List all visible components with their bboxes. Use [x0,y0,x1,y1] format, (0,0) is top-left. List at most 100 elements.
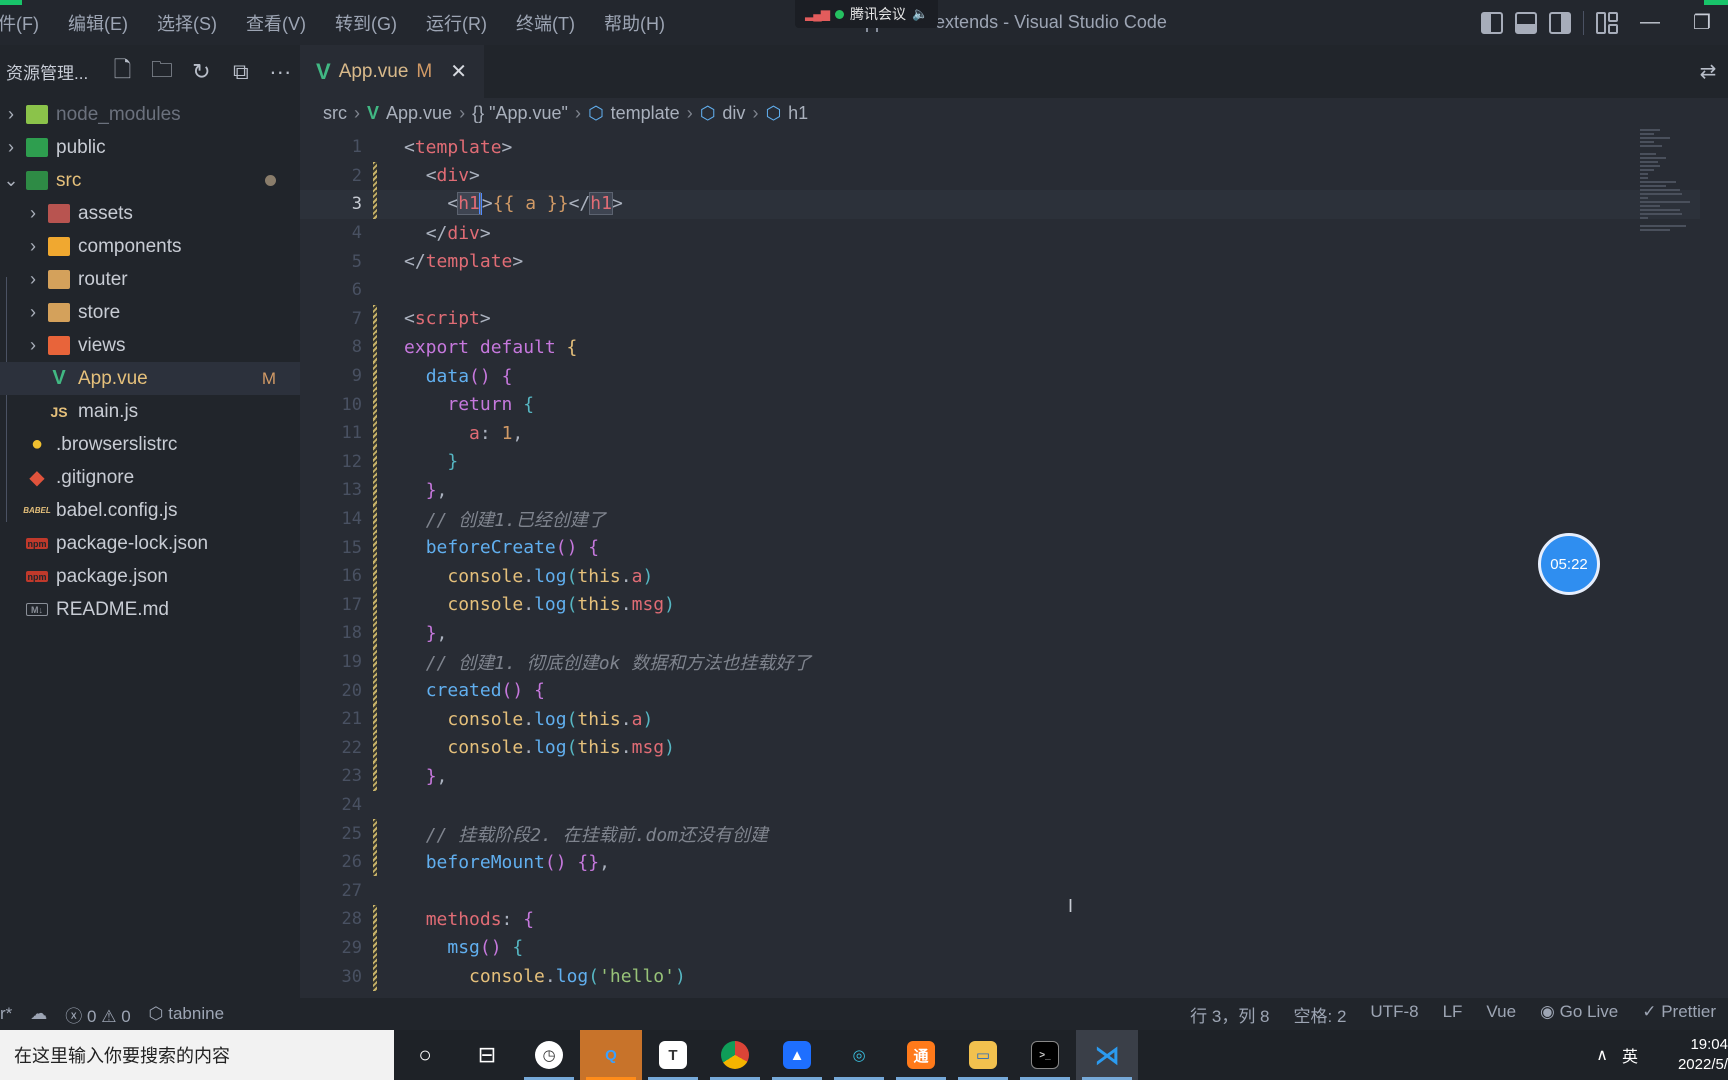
code-line[interactable]: 15 beforeCreate() { [300,533,1700,562]
vscode-icon[interactable]: ⋊ [1076,1030,1138,1080]
new-folder-icon[interactable]: 🗀 [142,53,181,91]
meeting-timer[interactable]: 05:22 [1538,533,1600,595]
code-line[interactable]: 1 <template> [300,133,1700,162]
tree-item[interactable]: M↓ README.md [0,593,300,626]
new-file-icon[interactable]: 🗋 [103,53,142,91]
git-modified-marker[interactable] [370,390,388,419]
menu-run[interactable]: 运行(R) [412,10,502,36]
task-view-icon[interactable]: ⊟ [456,1030,518,1080]
app-icon-lanhu[interactable]: ▲ [766,1030,828,1080]
more-actions-icon[interactable]: ··· [261,59,300,85]
tree-item[interactable]: ◆ .gitignore [0,461,300,494]
restore-button[interactable]: ❐ [1682,10,1722,35]
git-modified-marker[interactable] [370,676,388,705]
close-icon[interactable]: ✕ [450,59,467,84]
tree-item[interactable]: › router [0,263,300,296]
tree-item[interactable]: › components [0,230,300,263]
git-modified-marker[interactable] [370,704,388,734]
clock[interactable]: 19:04 2022/5/ [1652,1035,1728,1075]
tree-item[interactable]: V App.vue M [0,362,300,395]
tree-item[interactable]: npm package.json [0,560,300,593]
menu-edit[interactable]: 编辑(E) [54,10,143,36]
code-line[interactable]: 16 console.log(this.a) [300,561,1700,591]
git-modified-marker[interactable] [370,762,388,791]
end-of-line[interactable]: LF [1443,1002,1463,1027]
code-line[interactable]: 10 return { [300,390,1700,419]
go-live-button[interactable]: ◉ Go Live [1540,1002,1618,1027]
tray-expand-icon[interactable]: ∧ [1596,1045,1608,1065]
app-icon-clock[interactable]: ◷ [518,1030,580,1080]
chrome-icon[interactable] [704,1030,766,1080]
git-modified-marker[interactable] [370,476,388,505]
tree-item[interactable]: JS main.js [0,395,300,428]
refresh-icon[interactable]: ↻ [182,59,221,85]
tab-app-vue[interactable]: V App.vue M ✕ [300,45,484,98]
git-modified-marker[interactable] [370,161,388,191]
minimap[interactable] [1640,129,1700,249]
git-modified-marker[interactable] [370,418,388,448]
tree-item[interactable]: › node_modules [0,98,300,131]
code-line[interactable]: 18 }, [300,619,1700,648]
tree-item[interactable]: › public [0,131,300,164]
code-line[interactable]: 29 msg() { [300,933,1700,963]
git-modified-marker[interactable] [370,847,388,877]
tree-item[interactable]: ● .browserslistrc [0,428,300,461]
code-line[interactable]: 25 // 挂载阶段2. 在挂载前.dom还没有创建 [300,819,1700,848]
git-modified-marker[interactable] [370,819,388,848]
code-line[interactable]: 4 </div> [300,219,1700,248]
git-modified-marker[interactable] [370,933,388,963]
taskbar-search-input[interactable]: 在这里输入你要搜索的内容 [0,1030,394,1080]
git-modified-marker[interactable] [370,905,388,934]
code-line[interactable]: 17 console.log(this.msg) [300,590,1700,620]
code-line[interactable]: 30 console.log('hello') [300,962,1700,991]
git-modified-marker[interactable] [370,619,388,648]
git-modified-marker[interactable] [370,590,388,620]
app-icon-panda[interactable]: ◎ [828,1030,890,1080]
prettier-button[interactable]: ✓ Prettier [1642,1002,1716,1027]
tabnine-indicator[interactable]: ⬡ tabnine [149,1004,224,1024]
code-line[interactable]: 27 [300,876,1700,905]
indentation[interactable]: 空格: 2 [1294,1002,1347,1027]
code-line[interactable]: 22 console.log(this.msg) [300,733,1700,762]
git-modified-marker[interactable] [370,447,388,477]
toggle-panel-icon[interactable] [1515,11,1537,34]
git-modified-marker[interactable] [370,962,388,991]
menu-selection[interactable]: 选择(S) [143,10,232,36]
cortana-icon[interactable]: ○ [394,1030,456,1080]
toggle-secondary-sidebar-icon[interactable] [1549,11,1571,34]
sync-icon[interactable]: ☁ [30,1004,47,1024]
git-modified-marker[interactable] [370,361,388,391]
language-mode[interactable]: Vue [1486,1002,1516,1027]
branch-indicator[interactable]: r* [0,1004,12,1024]
git-modified-marker[interactable] [370,333,388,362]
git-modified-marker[interactable] [370,533,388,562]
code-line[interactable]: 19 // 创建1. 彻底创建ok 数据和方法也挂载好了 [300,647,1700,677]
code-line[interactable]: 7 <script> [300,304,1700,334]
breadcrumb-div[interactable]: div [722,103,745,124]
breadcrumb-module[interactable]: {} "App.vue" [472,103,568,124]
file-explorer-icon[interactable]: ▭ [952,1030,1014,1080]
meeting-indicator[interactable]: ▂▄▆ 腾讯会议 🔈 [795,0,939,28]
code-line[interactable]: 9 data() { [300,361,1700,391]
breadcrumb-file[interactable]: App.vue [386,103,452,124]
tree-item[interactable]: ⌄ src [0,164,300,197]
app-icon-tongxun[interactable]: 通 [890,1030,952,1080]
code-editor[interactable]: 1 <template> 2 <div> 3 <h1 >{{ a }}</h1> 4 </… [300,133,1700,991]
git-modified-marker[interactable] [370,304,388,334]
git-modified-marker[interactable] [370,647,388,677]
tree-item[interactable]: › assets [0,197,300,230]
code-line[interactable]: 28 methods: { [300,905,1700,934]
code-line[interactable]: 20 created() { [300,676,1700,705]
code-line[interactable]: 2 <div> [300,161,1700,191]
collapse-all-icon[interactable]: ⧉ [221,59,260,85]
git-modified-marker[interactable] [370,504,388,534]
code-line[interactable]: 13 }, [300,476,1700,505]
menu-go[interactable]: 转到(G) [321,10,412,36]
code-line[interactable]: 8 export default { [300,333,1700,362]
code-line[interactable]: 6 [300,276,1700,305]
code-line[interactable]: 12 } [300,447,1700,477]
menu-help[interactable]: 帮助(H) [590,10,680,36]
encoding[interactable]: UTF-8 [1370,1002,1418,1027]
menu-terminal[interactable]: 终端(T) [502,10,590,36]
tree-item[interactable]: › views [0,329,300,362]
